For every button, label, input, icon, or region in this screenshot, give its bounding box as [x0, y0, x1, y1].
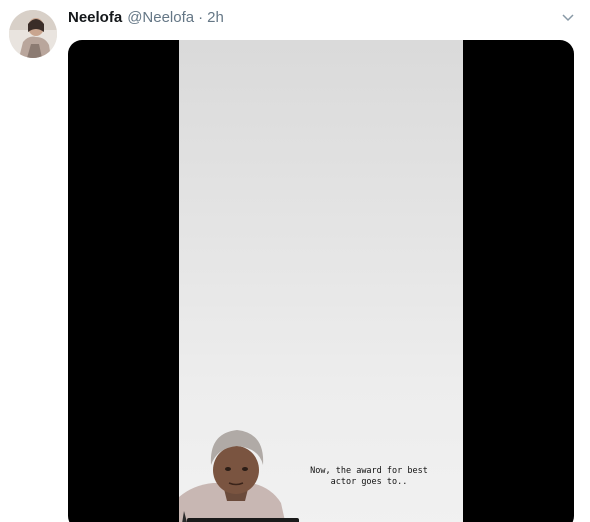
- separator-dot: ·: [198, 9, 204, 26]
- timestamp[interactable]: 2h: [207, 9, 224, 26]
- video-player[interactable]: Now, the award for best actor goes to..: [68, 40, 574, 522]
- user-handle[interactable]: @Neelofa: [127, 9, 194, 26]
- chevron-down-icon: [562, 14, 574, 22]
- display-name[interactable]: Neelofa: [68, 9, 122, 26]
- video-caption: Now, the award for best actor goes to..: [310, 466, 428, 487]
- video-controls-bar[interactable]: [187, 518, 299, 522]
- video-frame: Now, the award for best actor goes to..: [179, 40, 463, 522]
- more-menu-button[interactable]: [559, 11, 577, 25]
- video-person-image: [179, 430, 286, 522]
- tweet-header: Neelofa @Neelofa · 2h: [68, 9, 590, 31]
- tweet: Neelofa @Neelofa · 2h Now, the award for…: [0, 0, 590, 522]
- avatar-photo: [9, 10, 57, 58]
- avatar[interactable]: [9, 10, 57, 58]
